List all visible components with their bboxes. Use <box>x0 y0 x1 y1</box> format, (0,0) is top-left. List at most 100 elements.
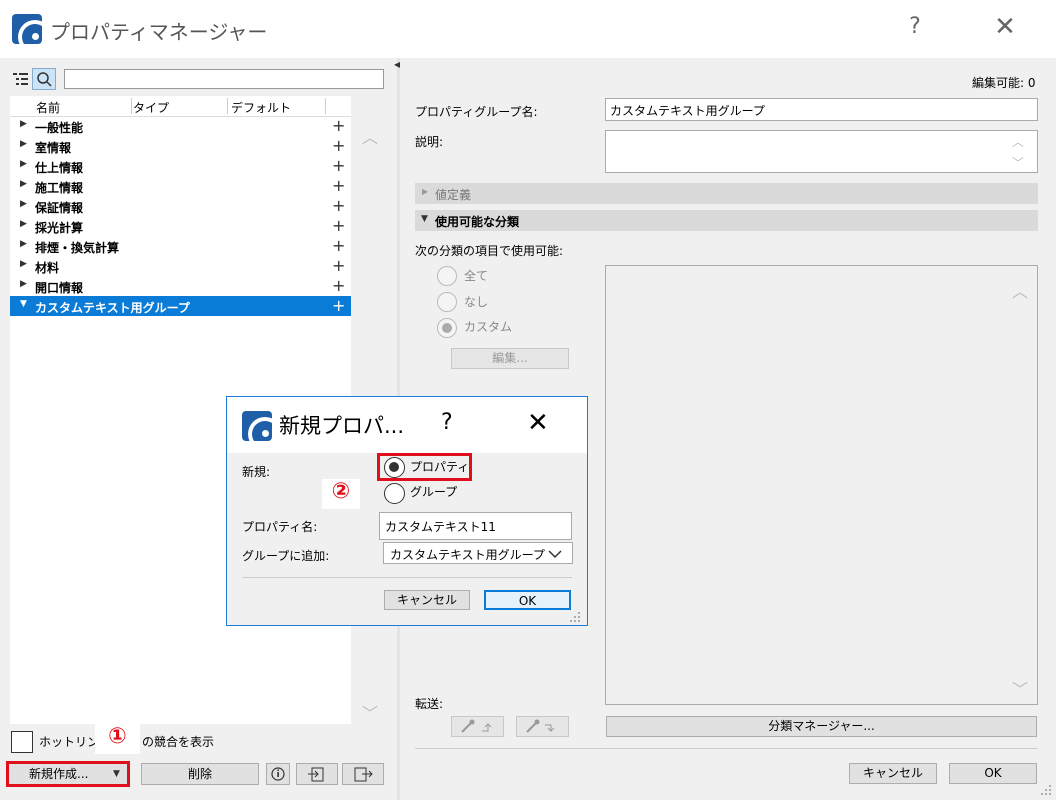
tree-item-label: 採光計算 <box>35 221 84 235</box>
add-property-icon[interactable]: + <box>332 176 345 195</box>
edit-classification-button[interactable]: 編集... <box>451 348 569 369</box>
search-toggle-button[interactable] <box>32 68 56 90</box>
add-property-icon[interactable]: + <box>332 116 345 135</box>
tree-item[interactable]: ▶ 施工情報 + <box>10 176 351 196</box>
tree-item[interactable]: ▶ 採光計算 + <box>10 216 351 236</box>
tree-item[interactable]: ▶ 排煙・換気計算 + <box>10 236 351 256</box>
resize-grip-icon[interactable] <box>1040 784 1052 796</box>
radio-all[interactable] <box>437 266 457 286</box>
import-button[interactable] <box>296 763 338 785</box>
tree-item[interactable]: ▼ カスタムテキスト用グループ + <box>10 296 351 316</box>
tree-scroll-down-icon[interactable]: ﹀ <box>362 700 378 724</box>
column-separator <box>325 98 326 114</box>
radio-group[interactable] <box>384 483 405 504</box>
window-title: プロパティマネージャー <box>50 20 268 44</box>
value-definition-section[interactable]: ▶ 値定義 <box>415 183 1038 204</box>
property-name-input[interactable]: カスタムテキスト11 <box>379 512 572 540</box>
ok-button[interactable]: OK <box>949 763 1037 784</box>
tree-scroll-up-icon[interactable]: ︿ <box>362 124 378 148</box>
info-button[interactable] <box>266 763 290 785</box>
tree-item-label: 室情報 <box>35 141 72 155</box>
eyedropper-up-icon <box>461 719 492 733</box>
add-to-group-select[interactable]: カスタムテキスト用グループ <box>383 542 573 564</box>
radio-custom[interactable] <box>437 318 457 338</box>
section-collapsed-icon: ▶ <box>422 187 429 196</box>
expand-closed-icon[interactable]: ▶ <box>20 119 27 129</box>
dialog-app-icon <box>242 411 272 441</box>
expand-open-icon[interactable]: ▼ <box>20 299 27 309</box>
step-marker-2: ② <box>322 479 360 509</box>
transfer-up-button[interactable] <box>451 716 504 737</box>
radio-property[interactable] <box>384 457 405 478</box>
dialog-cancel-button[interactable]: キャンセル <box>384 590 470 610</box>
new-create-button[interactable]: 新規作成... ▼ <box>6 761 130 787</box>
tree-header: 名前 タイプ デフォルト <box>10 96 351 117</box>
radio-all-label: 全て <box>464 269 489 283</box>
tree-item[interactable]: ▶ 材料 + <box>10 256 351 276</box>
description-scroll-down-icon[interactable]: ﹀ <box>1012 154 1024 171</box>
tree-item[interactable]: ▶ 保証情報 + <box>10 196 351 216</box>
add-property-icon[interactable]: + <box>332 256 345 275</box>
expand-closed-icon[interactable]: ▶ <box>20 199 27 209</box>
add-property-icon[interactable]: + <box>332 136 345 155</box>
expand-closed-icon[interactable]: ▶ <box>20 179 27 189</box>
classification-list[interactable] <box>605 265 1038 705</box>
export-button[interactable] <box>342 763 384 785</box>
search-input[interactable] <box>64 69 384 89</box>
classification-section[interactable]: ▼ 使用可能な分類 <box>415 210 1038 231</box>
new-create-dropdown-icon[interactable]: ▼ <box>113 764 120 784</box>
new-create-label: 新規作成... <box>29 767 89 781</box>
import-icon <box>308 767 324 782</box>
add-property-icon[interactable]: + <box>332 236 345 255</box>
expand-closed-icon[interactable]: ▶ <box>20 139 27 149</box>
checkbox-label-end: ィの競合を表示 <box>130 735 215 749</box>
new-property-dialog: 新規プロパ... ? ✕ 新規: プロパティ グループ ② プロパティ名: カス… <box>226 396 588 626</box>
add-property-icon[interactable]: + <box>332 296 345 315</box>
classification-scroll-up-icon[interactable]: ︿ <box>1012 278 1028 302</box>
cancel-button[interactable]: キャンセル <box>849 763 937 784</box>
export-icon <box>354 767 373 782</box>
section-expanded-icon: ▼ <box>421 214 428 224</box>
radio-none[interactable] <box>437 292 457 312</box>
tree-item-label: 保証情報 <box>35 201 84 215</box>
tree-item[interactable]: ▶ 一般性能 + <box>10 116 351 136</box>
tree-item[interactable]: ▶ 室情報 + <box>10 136 351 156</box>
description-scroll-up-icon[interactable]: ︿ <box>1012 133 1024 150</box>
close-button[interactable]: ✕ <box>985 12 1025 42</box>
dialog-ok-button[interactable]: OK <box>484 590 571 610</box>
add-property-icon[interactable]: + <box>332 156 345 175</box>
expand-closed-icon[interactable]: ▶ <box>20 159 27 169</box>
description-field[interactable] <box>605 130 1038 173</box>
tree-view-icon[interactable] <box>12 71 30 87</box>
expand-closed-icon[interactable]: ▶ <box>20 279 27 289</box>
column-name-header[interactable]: 名前 <box>36 99 60 116</box>
classification-scroll-down-icon[interactable]: ﹀ <box>1012 676 1028 700</box>
add-property-icon[interactable]: + <box>332 216 345 235</box>
step-marker-1: ① <box>95 724 140 754</box>
dialog-close-button[interactable]: ✕ <box>527 408 549 438</box>
delete-button[interactable]: 削除 <box>141 763 259 785</box>
expand-closed-icon[interactable]: ▶ <box>20 259 27 269</box>
column-default-header[interactable]: デフォルト <box>231 99 291 116</box>
add-property-icon[interactable]: + <box>332 196 345 215</box>
expand-closed-icon[interactable]: ▶ <box>20 239 27 249</box>
group-name-field[interactable]: カスタムテキスト用グループ <box>605 98 1038 121</box>
radio-property-dot <box>389 462 399 472</box>
column-type-header[interactable]: タイプ <box>133 99 169 116</box>
footer-divider <box>415 748 1038 749</box>
transfer-label: 転送: <box>415 697 444 711</box>
column-separator <box>131 98 132 114</box>
expand-closed-icon[interactable]: ▶ <box>20 219 27 229</box>
classification-manager-button[interactable]: 分類マネージャー... <box>606 716 1037 737</box>
tree-item-label: 開口情報 <box>35 281 84 295</box>
help-button[interactable]: ? <box>895 14 935 39</box>
transfer-down-button[interactable] <box>516 716 569 737</box>
available-label: 次の分類の項目で使用可能: <box>415 244 564 258</box>
dialog-help-button[interactable]: ? <box>441 410 453 435</box>
dialog-resize-grip-icon[interactable] <box>569 611 581 623</box>
add-property-icon[interactable]: + <box>332 276 345 295</box>
tree-item[interactable]: ▶ 開口情報 + <box>10 276 351 296</box>
tree-item[interactable]: ▶ 仕上情報 + <box>10 156 351 176</box>
dialog-title: 新規プロパ... <box>279 414 405 438</box>
show-hotlink-conflict-checkbox[interactable] <box>11 731 33 753</box>
